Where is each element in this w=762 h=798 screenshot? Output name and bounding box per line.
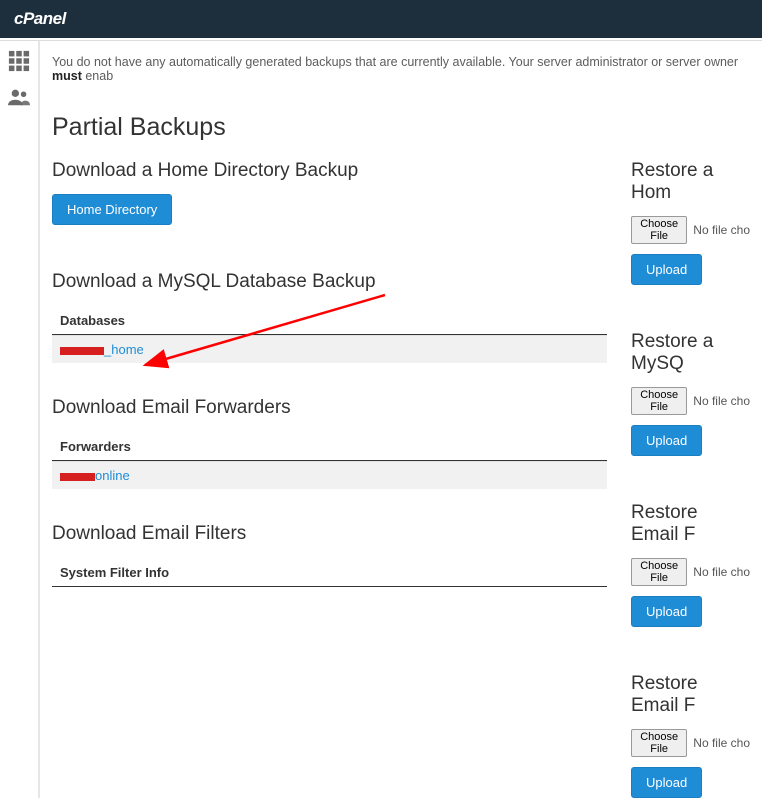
- table-row: _home: [52, 335, 607, 363]
- download-filters-title: Download Email Filters: [52, 523, 607, 545]
- restore-home-title: Restore a Hom: [631, 160, 750, 204]
- restore-forwarders-title: Restore Email F: [631, 502, 750, 546]
- grid-icon[interactable]: [8, 50, 30, 72]
- restore-filters-title: Restore Email F: [631, 673, 750, 717]
- database-link[interactable]: _home: [60, 342, 144, 357]
- choose-file-button[interactable]: Choose File: [631, 387, 687, 415]
- file-status: No file cho: [693, 565, 750, 579]
- databases-table: Databases _home: [52, 305, 607, 363]
- choose-file-button[interactable]: Choose File: [631, 216, 687, 244]
- restore-mysql-title: Restore a MySQ: [631, 331, 750, 375]
- cpanel-logo: cPanel: [14, 9, 66, 29]
- partial-backups-heading: Partial Backups: [52, 113, 750, 142]
- upload-button[interactable]: Upload: [631, 254, 702, 285]
- main-content: You do not have any automatically genera…: [40, 41, 762, 798]
- download-home-title: Download a Home Directory Backup: [52, 160, 607, 182]
- choose-file-button[interactable]: Choose File: [631, 729, 687, 757]
- forwarders-table: Forwarders online: [52, 431, 607, 489]
- home-directory-button[interactable]: Home Directory: [52, 194, 172, 225]
- download-mysql-title: Download a MySQL Database Backup: [52, 271, 607, 293]
- filters-header: System Filter Info: [52, 557, 607, 587]
- upload-button[interactable]: Upload: [631, 425, 702, 456]
- file-status: No file cho: [693, 736, 750, 750]
- upload-button[interactable]: Upload: [631, 596, 702, 627]
- forwarder-link[interactable]: online: [60, 468, 130, 483]
- download-forwarders-title: Download Email Forwarders: [52, 397, 607, 419]
- databases-header: Databases: [52, 305, 607, 335]
- file-status: No file cho: [693, 394, 750, 408]
- filters-table: System Filter Info: [52, 557, 607, 587]
- users-icon[interactable]: [8, 86, 30, 108]
- top-bar: cPanel: [0, 0, 762, 38]
- choose-file-button[interactable]: Choose File: [631, 558, 687, 586]
- forwarders-header: Forwarders: [52, 431, 607, 461]
- left-rail: [0, 41, 40, 798]
- redacted-text: [60, 473, 95, 481]
- file-status: No file cho: [693, 223, 750, 237]
- table-row: online: [52, 461, 607, 489]
- upload-button[interactable]: Upload: [631, 767, 702, 798]
- redacted-text: [60, 347, 104, 355]
- notice-text: You do not have any automatically genera…: [52, 41, 750, 83]
